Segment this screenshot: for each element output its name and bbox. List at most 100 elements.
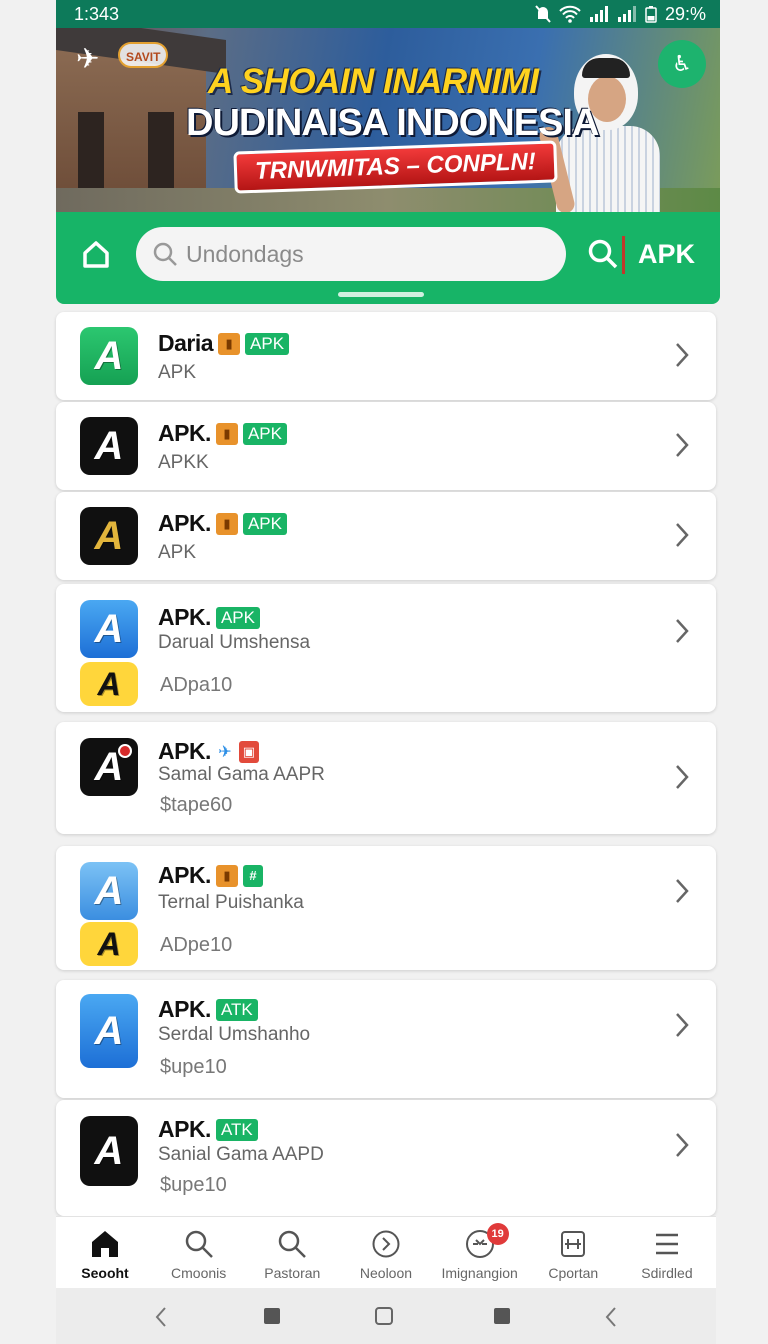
- app-title: APK.: [158, 510, 211, 536]
- back-icon[interactable]: [154, 1306, 168, 1328]
- nav-item-migration[interactable]: 19 Imignangion: [435, 1217, 525, 1288]
- nav-label: Imignangion: [441, 1265, 518, 1281]
- search-icon: [185, 1230, 213, 1258]
- apk-badge: ATK: [215, 998, 258, 1021]
- box-icon: ▮: [218, 332, 241, 355]
- menu-icon: [655, 1233, 678, 1255]
- list-item[interactable]: A A APK. ▮ # Ternal Puishanka ADpe10: [56, 846, 716, 970]
- search-input[interactable]: [186, 240, 546, 268]
- app-meta: $upe10: [160, 1056, 227, 1078]
- bag-icon: ▣: [238, 740, 259, 763]
- app-icon: A: [80, 417, 138, 475]
- stop-icon[interactable]: [262, 1306, 282, 1326]
- recents-icon[interactable]: [492, 1306, 512, 1326]
- chevron-right-icon: [672, 340, 692, 370]
- search-icon: [279, 1230, 307, 1258]
- signal-icon-2: [617, 6, 636, 22]
- box-icon: ▮: [215, 422, 238, 445]
- app-subtitle: APKK: [158, 452, 209, 473]
- box-icon: ▮: [215, 512, 238, 535]
- signal-icon: [589, 6, 608, 22]
- nav-label: Cmoonis: [171, 1265, 227, 1281]
- box-icon: ▮: [215, 864, 238, 887]
- nav-item-home[interactable]: Seooht: [60, 1217, 150, 1288]
- list-item[interactable]: A Daria ▮ APK APK: [56, 312, 716, 400]
- home-button[interactable]: [78, 234, 114, 274]
- bottom-navigation: Seooht Cmoonis Pastoran Neoloon 19 Imign…: [56, 1216, 716, 1288]
- app-meta: $upe10: [160, 1174, 227, 1196]
- chevron-right-icon: [672, 616, 692, 646]
- home-icon: [83, 241, 109, 268]
- app-meta: ADpe10: [160, 934, 233, 956]
- list-item[interactable]: A APK. ✈ ▣ Samal Gama AAPR $tape60: [56, 722, 716, 834]
- banner-promo-button[interactable]: TRNWMITAS – CONPLN!: [233, 140, 558, 194]
- banner-title-line2: DUDINAISA INDONESIA: [186, 102, 599, 144]
- app-title: APK.: [158, 604, 211, 630]
- app-icon: A: [80, 1116, 138, 1186]
- list-item[interactable]: A APK. ATK Sanial Gama AAPD $upe10: [56, 1100, 716, 1216]
- app-meta: $tape60: [160, 794, 233, 816]
- app-title: APK.: [158, 738, 211, 764]
- nav-item-search[interactable]: Cmoonis: [154, 1217, 244, 1288]
- app-secondary-icon: A: [80, 662, 138, 706]
- nav-label: Sdirdled: [641, 1265, 693, 1281]
- airplane-icon: ✈: [76, 43, 100, 74]
- search-button[interactable]: [584, 234, 622, 274]
- tag-icon: #: [242, 864, 263, 887]
- home-square-icon[interactable]: [374, 1306, 394, 1326]
- list-item[interactable]: A A APK. APK Darual Umshensa ADpa10: [56, 584, 716, 712]
- app-subtitle: APK: [158, 362, 197, 383]
- brand-logo: SAVIT: [118, 42, 169, 68]
- drag-handle[interactable]: [338, 292, 424, 297]
- app-subtitle: Darual Umshensa: [158, 632, 311, 653]
- chevron-right-icon: [672, 762, 692, 792]
- battery-icon: [645, 6, 657, 23]
- list-item[interactable]: A APK. ▮ APK APKK: [56, 402, 716, 490]
- accessibility-icon[interactable]: ♿: [658, 40, 706, 88]
- app-title: Daria: [158, 330, 214, 356]
- app-title: APK.: [158, 996, 211, 1022]
- list-item[interactable]: A APK. ▮ APK APK: [56, 492, 716, 580]
- apk-badge: APK: [215, 606, 260, 629]
- calendar-icon: [561, 1231, 586, 1257]
- nav-label: Neoloon: [359, 1265, 413, 1281]
- chevron-right-icon: [672, 430, 692, 460]
- list-item[interactable]: A APK. ATK Serdal Umshanho $upe10: [56, 980, 716, 1098]
- nav-label: Seooht: [81, 1265, 129, 1281]
- apk-badge: ATK: [215, 1118, 258, 1141]
- promo-banner[interactable]: ✈ SAVIT A SHOAIN INARNIMI DUDINAISA INDO…: [56, 28, 720, 212]
- back-icon[interactable]: [604, 1306, 618, 1328]
- chevron-right-icon: [672, 876, 692, 906]
- app-meta: ADpa10: [160, 674, 233, 696]
- app-subtitle: Ternal Puishanka: [158, 892, 304, 913]
- app-subtitle: Samal Gama AAPR: [158, 764, 325, 785]
- nav-label: Cportan: [548, 1265, 599, 1281]
- app-icon: A: [80, 600, 138, 658]
- app-subtitle: APK: [158, 542, 197, 563]
- app-secondary-icon: A: [80, 922, 138, 966]
- nav-label: Pastoran: [264, 1265, 321, 1281]
- search-box[interactable]: [136, 227, 566, 281]
- app-icon: A: [80, 327, 138, 385]
- nav-item-report[interactable]: Cportan: [528, 1217, 618, 1288]
- system-navigation-bar: [56, 1288, 716, 1344]
- search-divider: [622, 236, 625, 274]
- search-icon: [588, 239, 618, 269]
- wifi-icon: [559, 5, 581, 23]
- apk-filter-button[interactable]: APK: [638, 234, 695, 274]
- app-icon: A: [80, 994, 138, 1068]
- app-title: APK.: [158, 1116, 211, 1142]
- app-subtitle: Sanial Gama AAPD: [158, 1144, 324, 1165]
- nav-item-menu[interactable]: Sdirdled: [622, 1217, 712, 1288]
- home-icon: [92, 1231, 118, 1257]
- apk-badge: APK: [242, 512, 287, 535]
- app-icon: A: [80, 862, 138, 920]
- nav-item-next[interactable]: Neoloon: [341, 1217, 431, 1288]
- status-icons: 29:%: [535, 4, 706, 25]
- chevron-right-icon: [672, 1010, 692, 1040]
- status-bar: 1:343 29:%: [56, 0, 720, 28]
- nav-item-explore[interactable]: Pastoran: [247, 1217, 337, 1288]
- mute-icon: [535, 5, 551, 23]
- notification-badge: 19: [486, 1223, 509, 1245]
- app-icon: A: [80, 507, 138, 565]
